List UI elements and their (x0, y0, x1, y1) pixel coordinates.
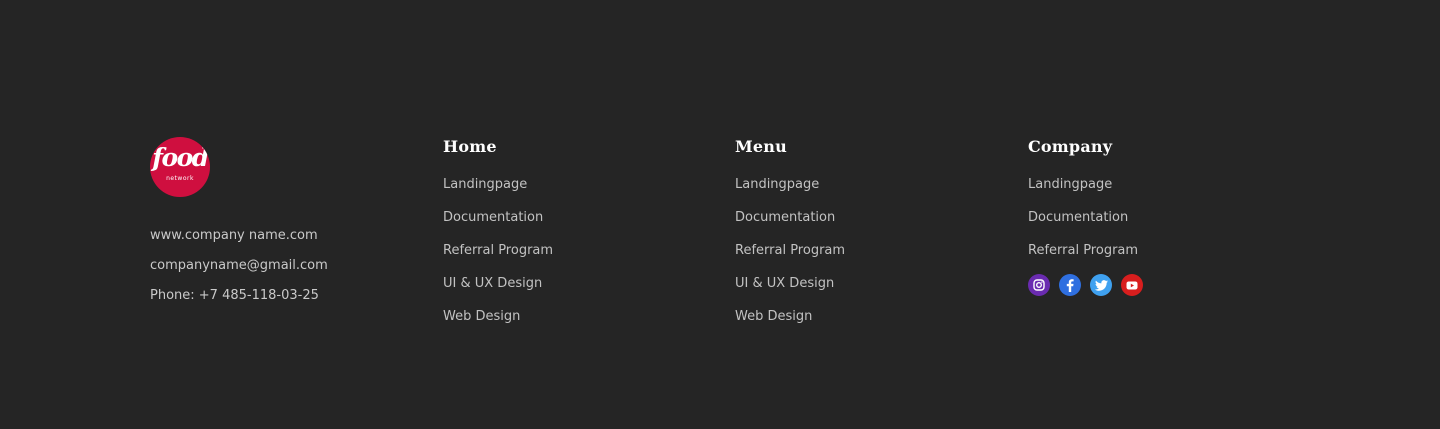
menu-links: Landingpage Documentation Referral Progr… (735, 177, 845, 342)
menu-link-referral-program[interactable]: Referral Program (735, 243, 845, 258)
instagram-button[interactable] (1028, 274, 1050, 296)
home-link-referral-program[interactable]: Referral Program (443, 243, 553, 258)
home-links: Landingpage Documentation Referral Progr… (443, 177, 553, 342)
home-link-ui-ux-design[interactable]: UI & UX Design (443, 276, 542, 291)
facebook-button[interactable] (1059, 274, 1081, 296)
menu-link-landingpage[interactable]: Landingpage (735, 177, 819, 192)
company-link-documentation[interactable]: Documentation (1028, 210, 1128, 225)
home-column: Home Landingpage Documentation Referral … (443, 136, 553, 342)
email-text[interactable]: companyname@gmail.com (150, 251, 328, 281)
home-heading: Home (443, 137, 497, 156)
menu-link-ui-ux-design[interactable]: UI & UX Design (735, 276, 834, 291)
website-text[interactable]: www.company name.com (150, 221, 328, 251)
logo-wordmark: food (152, 143, 209, 172)
company-column: Company Landingpage Documentation Referr… (1028, 136, 1143, 296)
home-link-documentation[interactable]: Documentation (443, 210, 543, 225)
twitter-button[interactable] (1090, 274, 1112, 296)
menu-heading: Menu (735, 137, 787, 156)
logo-subtitle: network (166, 175, 194, 182)
company-link-landingpage[interactable]: Landingpage (1028, 177, 1112, 192)
food-network-logo[interactable]: food network (150, 137, 210, 197)
home-link-landingpage[interactable]: Landingpage (443, 177, 527, 192)
brand-column: food network www.company name.com compan… (150, 137, 328, 327)
youtube-button[interactable] (1121, 274, 1143, 296)
footer: food network www.company name.com compan… (0, 0, 1440, 429)
contact-list: www.company name.com companyname@gmail.c… (150, 221, 328, 311)
company-link-referral-program[interactable]: Referral Program (1028, 243, 1138, 258)
menu-link-documentation[interactable]: Documentation (735, 210, 835, 225)
home-link-web-design[interactable]: Web Design (443, 309, 520, 324)
company-links: Landingpage Documentation Referral Progr… (1028, 177, 1143, 276)
youtube-icon (1126, 281, 1138, 289)
menu-column: Menu Landingpage Documentation Referral … (735, 136, 845, 342)
phone-text[interactable]: Phone: +7 485-118-03-25 (150, 281, 328, 311)
twitter-icon (1094, 279, 1108, 291)
instagram-icon (1033, 279, 1045, 291)
social-links (1028, 274, 1143, 296)
menu-link-web-design[interactable]: Web Design (735, 309, 812, 324)
company-heading: Company (1028, 137, 1113, 156)
facebook-icon (1066, 279, 1074, 292)
